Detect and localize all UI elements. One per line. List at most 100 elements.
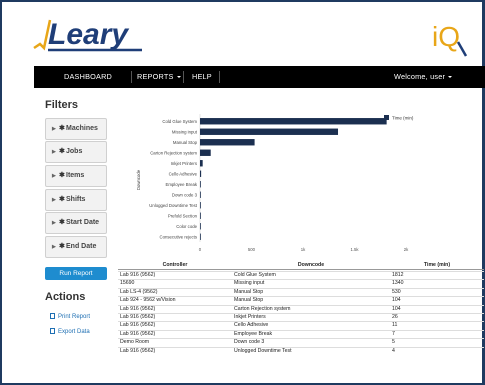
category-label: Unlogged Downtime Test (149, 203, 197, 208)
downtime-chart: Cold Glue System Missing input Manual Stop… (136, 114, 414, 252)
table-cell: Unlogged Downtime Test (234, 347, 292, 354)
table-cell: 26 (392, 314, 398, 320)
bar (200, 128, 339, 135)
table-row: Demo Room Down code 3 5 (118, 338, 484, 346)
nav-reports-label: REPORTS (137, 72, 174, 81)
filter-machines[interactable]: ▶ ✱ Machines (45, 118, 107, 140)
nav-divider (131, 71, 132, 83)
bar (200, 233, 201, 240)
logo-text: Leary (48, 18, 129, 51)
x-tick-label: 1k (301, 247, 306, 252)
table-cell: Lab 924 - 9562 w/Vision (120, 297, 176, 304)
x-tick-label: 500 (248, 247, 256, 252)
print-report-link[interactable]: Print Report (50, 313, 90, 320)
action-label: Print Report (58, 314, 91, 320)
bar (200, 191, 201, 198)
nav-help[interactable]: HELP (192, 66, 212, 88)
table-cell: Lab 916 (9562) (120, 272, 156, 278)
table-header-cell[interactable]: Time (min) (390, 262, 484, 270)
chevron-down-icon (176, 76, 181, 79)
table-cell: Lab 916 (9562) (120, 305, 156, 312)
bar (200, 139, 255, 146)
nav-dashboard[interactable]: DASHBOARD (64, 66, 112, 88)
bar (200, 212, 201, 219)
table-cell: Demo Room (120, 339, 150, 346)
table-header-cell[interactable]: Downcode (232, 262, 390, 270)
filters-heading: Filters (45, 99, 79, 111)
category-label: Down code 3 (172, 192, 198, 197)
filter-items[interactable]: ▶ ✱ Items (45, 165, 107, 187)
table-row: Lab LS-4 (9562) Manual Stop 530 (118, 287, 484, 296)
bar (200, 170, 202, 177)
bar (200, 223, 201, 230)
gear-icon: ✱ (59, 148, 65, 155)
leary-logo: Leary (33, 18, 142, 52)
filter-label: Start Date (66, 219, 100, 226)
table-cell: 530 (392, 288, 401, 295)
table-cell: Cold Glue System (234, 272, 276, 278)
brand-mark-text: iQ (432, 21, 460, 52)
table-cell: 104 (392, 297, 401, 304)
iq-brand-icon: iQ (432, 21, 468, 57)
category-label: Color code (176, 224, 197, 229)
action-label: Export Data (58, 329, 90, 335)
nav-divider (219, 71, 220, 83)
table-cell: Manual Stop (234, 297, 264, 304)
nav-divider (183, 71, 184, 83)
table-cell: 104 (392, 305, 401, 312)
table-row: Lab 916 (9562) Employee Break 7 (118, 329, 484, 338)
welcome-label: Welcome, user (394, 72, 446, 81)
table-cell: Manual Stop (234, 288, 264, 295)
table-cell: Carton Rejection system (234, 305, 291, 312)
table-cell: 7 (392, 330, 395, 337)
table-cell: Inkjet Printers (234, 314, 266, 320)
gear-icon: ✱ (59, 219, 65, 226)
bar (200, 181, 201, 188)
table-header-cell[interactable]: Controller (118, 262, 232, 270)
bar (200, 160, 203, 167)
table-row: 15690 Missing input 1340 (118, 279, 484, 287)
table-cell: 15690 (120, 280, 135, 287)
user-menu[interactable]: Welcome, user (394, 66, 453, 88)
category-label: Carton Rejection system (150, 150, 197, 155)
bar (200, 149, 211, 156)
table-cell: Lab LS-4 (9562) (120, 288, 158, 295)
run-report-button[interactable]: Run Report (45, 267, 107, 280)
x-tick-label: 1.5k (350, 247, 359, 252)
table-row: Lab 916 (9562) Cold Glue System 1812 (118, 271, 484, 279)
filter-start-date[interactable]: ▶ ✱ Start Date (45, 212, 107, 234)
nav-reports[interactable]: REPORTS (137, 66, 181, 88)
filter-jobs[interactable]: ▶ ✱ Jobs (45, 141, 107, 163)
chevron-right-icon: ▶ (52, 244, 56, 250)
export-data-link[interactable]: Export Data (50, 328, 90, 335)
gear-icon: ✱ (59, 172, 65, 179)
filter-label: Shifts (66, 196, 86, 203)
table-cell: 1812 (392, 272, 404, 278)
category-label: Consecutive rejects (160, 234, 198, 239)
legend-label: Time (min) (392, 116, 414, 121)
category-label: Cold Glue System (162, 119, 197, 124)
x-tick-label: 2k (404, 247, 409, 252)
table-cell: 11 (392, 322, 398, 329)
gear-icon: ✱ (59, 125, 65, 132)
document-icon (50, 313, 55, 319)
table-row: Lab 916 (9562) Carton Rejection system 104 (118, 304, 484, 313)
category-label: Prefold Section (168, 213, 198, 218)
table-cell: Employee Break (234, 330, 273, 337)
filter-label: Items (66, 172, 85, 179)
chevron-right-icon: ▶ (52, 173, 56, 179)
filter-end-date[interactable]: ▶ ✱ End Date (45, 236, 107, 258)
table-cell: Lab 916 (9562) (120, 330, 156, 337)
table-cell: Lab 916 (9562) (120, 347, 156, 354)
bar (200, 202, 201, 209)
table-cell: 5 (392, 339, 395, 346)
filter-label: Jobs (66, 148, 83, 155)
category-label: Employee Break (165, 182, 197, 187)
table-cell: Down code 3 (234, 339, 265, 346)
document-icon (50, 328, 55, 334)
table-cell: Lab 916 (9562) (120, 322, 156, 329)
filter-shifts[interactable]: ▶ ✱ Shifts (45, 189, 107, 211)
legend-swatch (384, 115, 389, 120)
chevron-down-icon (448, 76, 453, 79)
category-label: Missing input (172, 129, 198, 134)
